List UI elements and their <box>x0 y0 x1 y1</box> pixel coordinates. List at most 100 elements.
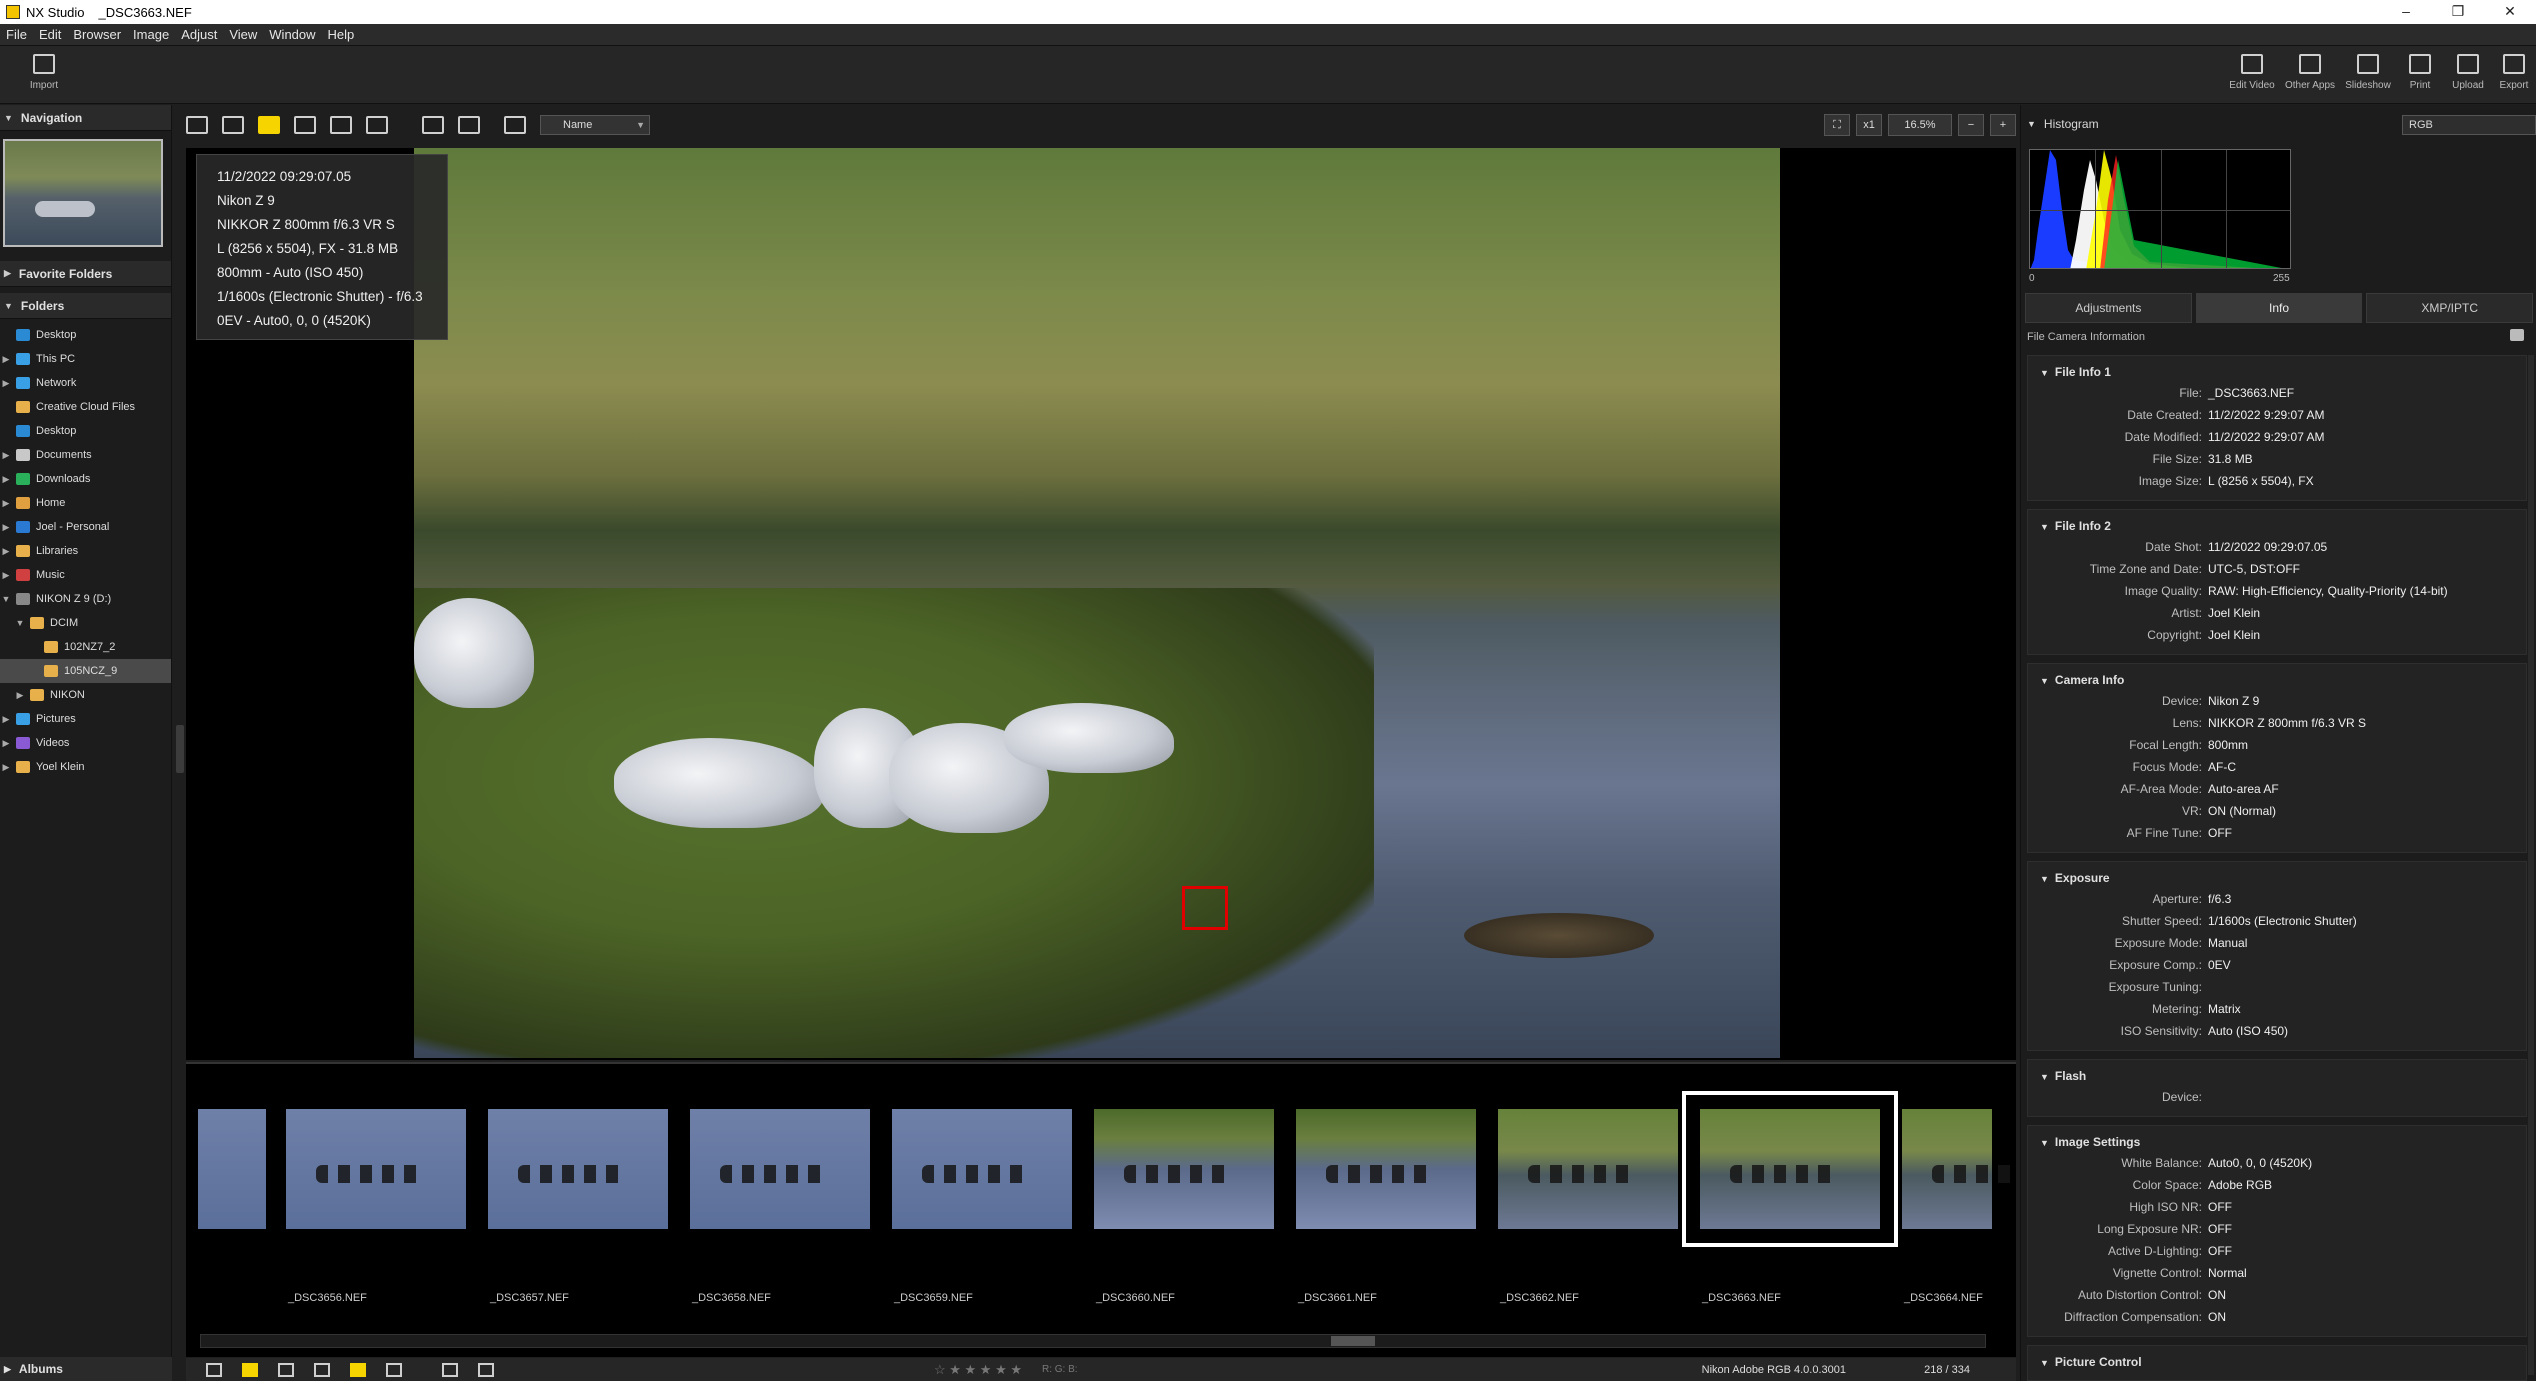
folder-item[interactable]: ▶ Yoel Klein <box>0 755 171 779</box>
folder-item[interactable]: ▼ NIKON Z 9 (D:) <box>0 587 171 611</box>
menu-help[interactable]: Help <box>328 27 355 42</box>
four-up-view-icon[interactable] <box>330 116 352 134</box>
other-apps-button[interactable]: Other Apps <box>2284 54 2336 91</box>
filmstrip-thumbnail[interactable] <box>892 1109 1072 1229</box>
info-section-header[interactable]: ▼ File Info 2 <box>2028 516 2526 536</box>
folder-expand-icon[interactable]: ▶ <box>0 498 12 509</box>
histogram-toggle-icon[interactable] <box>386 1362 402 1377</box>
menu-file[interactable]: File <box>6 27 27 42</box>
full-screen-icon[interactable] <box>458 116 480 134</box>
filmstrip-layout-icon[interactable] <box>422 116 444 134</box>
histogram-channel-select[interactable]: RGB <box>2402 115 2536 135</box>
filmstrip-thumbnail[interactable] <box>690 1109 870 1229</box>
menu-image[interactable]: Image <box>133 27 169 42</box>
sort-select[interactable]: Name ▼ <box>540 115 650 135</box>
folder-expand-icon[interactable]: ▼ <box>0 594 12 604</box>
folder-expand-icon[interactable]: ▶ <box>0 450 12 461</box>
left-panel-collapse-handle[interactable] <box>176 725 184 773</box>
tab-info[interactable]: Info <box>2195 293 2363 323</box>
scrollbar-thumb[interactable] <box>1331 1336 1375 1346</box>
rotate-right-icon[interactable] <box>478 1362 494 1377</box>
folder-expand-icon[interactable]: ▶ <box>0 354 12 365</box>
zoom-level-select[interactable]: 16.5% <box>1888 114 1952 136</box>
info-scrollbar[interactable] <box>2528 355 2534 1375</box>
filmstrip-scrollbar[interactable] <box>200 1334 1986 1348</box>
folder-expand-icon[interactable]: ▶ <box>0 570 12 581</box>
folder-expand-icon[interactable]: ▼ <box>14 618 26 628</box>
grid-icon[interactable] <box>314 1362 330 1377</box>
rotate-left-icon[interactable] <box>442 1362 458 1377</box>
menu-view[interactable]: View <box>229 27 257 42</box>
tab-xmp-iptc[interactable]: XMP/IPTC <box>2366 293 2534 323</box>
close-button[interactable]: ✕ <box>2484 0 2536 24</box>
info-section-header[interactable]: ▼ Image Settings <box>2028 1132 2526 1152</box>
folder-expand-icon[interactable]: ▶ <box>0 738 12 749</box>
folder-expand-icon[interactable]: ▶ <box>0 522 12 533</box>
split-view-icon[interactable] <box>366 116 388 134</box>
folder-item[interactable]: ▶ Network <box>0 371 171 395</box>
maximize-button[interactable]: ❐ <box>2432 0 2484 24</box>
slideshow-button[interactable]: Slideshow <box>2342 54 2394 91</box>
folder-expand-icon[interactable]: ▶ <box>0 378 12 389</box>
folder-item[interactable]: ▶ Videos <box>0 731 171 755</box>
compare-view-icon[interactable] <box>294 116 316 134</box>
folder-item[interactable]: ▶ Joel - Personal <box>0 515 171 539</box>
albums-header[interactable]: ▶ Albums <box>0 1357 172 1381</box>
filmstrip-thumbnail[interactable] <box>198 1109 266 1229</box>
minimize-button[interactable]: – <box>2380 0 2432 24</box>
folder-item[interactable]: ▶ Music <box>0 563 171 587</box>
folder-item[interactable]: ▶ Libraries <box>0 539 171 563</box>
folder-expand-icon[interactable]: ▶ <box>0 474 12 485</box>
filmstrip-thumbnail[interactable] <box>286 1109 466 1229</box>
info-icon[interactable] <box>350 1362 366 1377</box>
print-button[interactable]: Print <box>2394 54 2446 91</box>
menu-browser[interactable]: Browser <box>73 27 121 42</box>
folder-expand-icon[interactable]: ▶ <box>0 762 12 773</box>
info-section-header[interactable]: ▼ Exposure <box>2028 868 2526 888</box>
main-photo[interactable] <box>414 148 1780 1058</box>
upload-button[interactable]: Upload <box>2442 54 2494 91</box>
folder-item[interactable]: ▶ Downloads <box>0 467 171 491</box>
zoom-out-button[interactable]: − <box>1958 114 1984 136</box>
menu-window[interactable]: Window <box>269 27 315 42</box>
folder-item[interactable]: 105NCZ_9 <box>0 659 171 683</box>
info-section-header[interactable]: ▼ Flash <box>2028 1066 2526 1086</box>
info-section-header[interactable]: ▼ Camera Info <box>2028 670 2526 690</box>
list-view-icon[interactable] <box>222 116 244 134</box>
folder-item[interactable]: ▶ This PC <box>0 347 171 371</box>
fit-screen-button[interactable]: ⛶ <box>1824 114 1850 136</box>
filmstrip-thumbnail[interactable] <box>1296 1109 1476 1229</box>
edit-video-button[interactable]: Edit Video <box>2226 54 2278 91</box>
camera-icon[interactable] <box>2510 329 2524 341</box>
label-icon[interactable] <box>242 1362 258 1377</box>
rating-stars[interactable]: ☆ ★ ★ ★ ★ ★ <box>934 1362 1022 1378</box>
info-section-header[interactable]: ▼ File Info 1 <box>2028 362 2526 382</box>
info-section-header[interactable]: ▼ Picture Control <box>2028 1352 2526 1372</box>
navigation-header[interactable]: ▼ Navigation <box>0 105 171 131</box>
menu-adjust[interactable]: Adjust <box>181 27 217 42</box>
stack-icon[interactable] <box>206 1362 222 1377</box>
folder-expand-icon[interactable]: ▶ <box>0 714 12 725</box>
folder-item[interactable]: Creative Cloud Files <box>0 395 171 419</box>
folder-item[interactable]: ▶ Documents <box>0 443 171 467</box>
folder-expand-icon[interactable]: ▶ <box>0 546 12 557</box>
folder-item[interactable]: ▶ Home <box>0 491 171 515</box>
folder-item[interactable]: ▼ DCIM <box>0 611 171 635</box>
menu-edit[interactable]: Edit <box>39 27 61 42</box>
zoom-in-button[interactable]: + <box>1990 114 2016 136</box>
folder-item[interactable]: 102NZ7_2 <box>0 635 171 659</box>
grid-view-icon[interactable] <box>186 116 208 134</box>
compare-icon[interactable] <box>278 1362 294 1377</box>
import-button[interactable]: Import <box>18 54 70 91</box>
folder-item[interactable]: ▶ Pictures <box>0 707 171 731</box>
export-button[interactable]: Export <box>2488 54 2536 91</box>
filmstrip-thumbnail[interactable] <box>1902 1109 2042 1229</box>
tab-adjustments[interactable]: Adjustments <box>2025 293 2192 323</box>
single-view-icon[interactable] <box>258 116 280 134</box>
filter-icon[interactable] <box>504 116 526 134</box>
folder-item[interactable]: ▶ NIKON <box>0 683 171 707</box>
image-viewer[interactable] <box>186 148 2016 1060</box>
folder-expand-icon[interactable]: ▶ <box>14 690 26 701</box>
filmstrip-thumbnail[interactable] <box>1498 1109 1678 1229</box>
favorite-folders-header[interactable]: ▶ Favorite Folders <box>0 261 171 287</box>
